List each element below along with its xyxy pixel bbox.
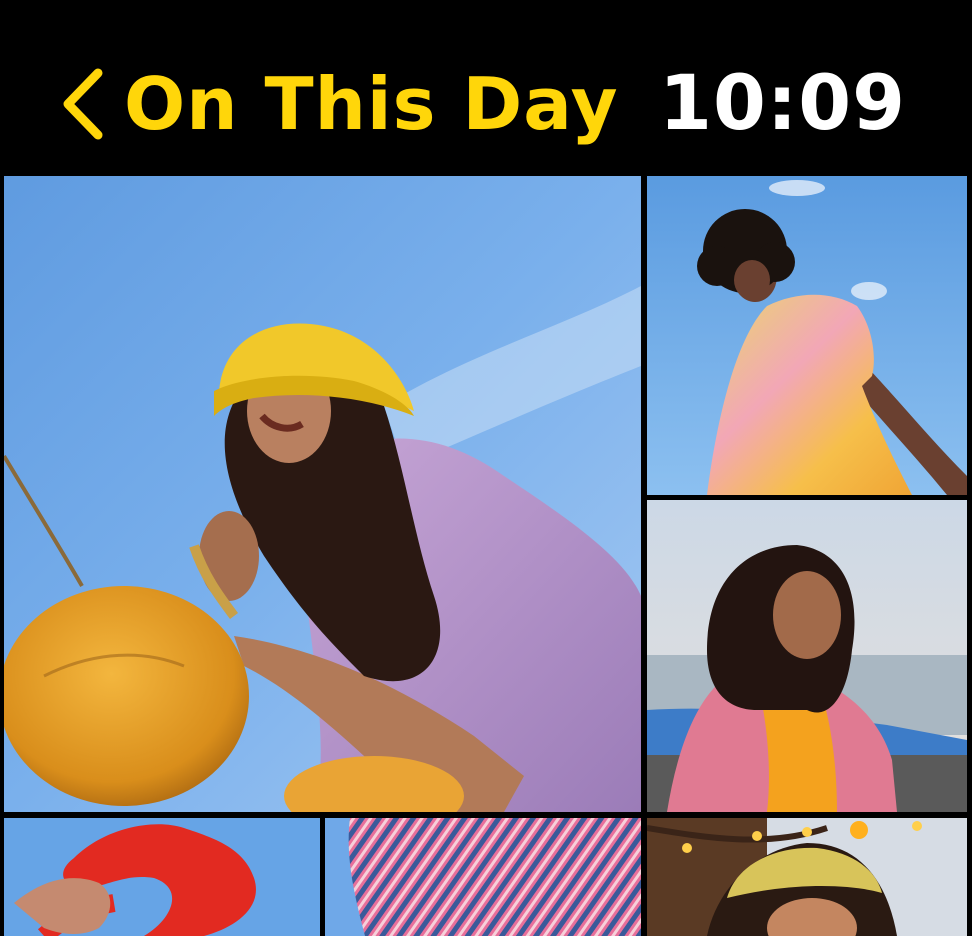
chevron-left-icon xyxy=(63,68,103,140)
photo-right-2[interactable] xyxy=(647,500,967,812)
photo-bottom-2[interactable] xyxy=(325,818,641,936)
photo-bottom-1[interactable] xyxy=(4,818,320,936)
page-title: On This Day xyxy=(124,62,619,146)
back-button[interactable]: On This Day xyxy=(60,62,619,146)
photos-watch-screen: On This Day 10:09 xyxy=(0,0,972,936)
photo-bottom-3[interactable] xyxy=(647,818,967,936)
photo-main[interactable] xyxy=(4,176,641,812)
photo-right-1[interactable] xyxy=(647,176,967,495)
clock-time: 10:09 xyxy=(659,58,906,147)
nav-header: On This Day 10:09 xyxy=(0,0,972,172)
